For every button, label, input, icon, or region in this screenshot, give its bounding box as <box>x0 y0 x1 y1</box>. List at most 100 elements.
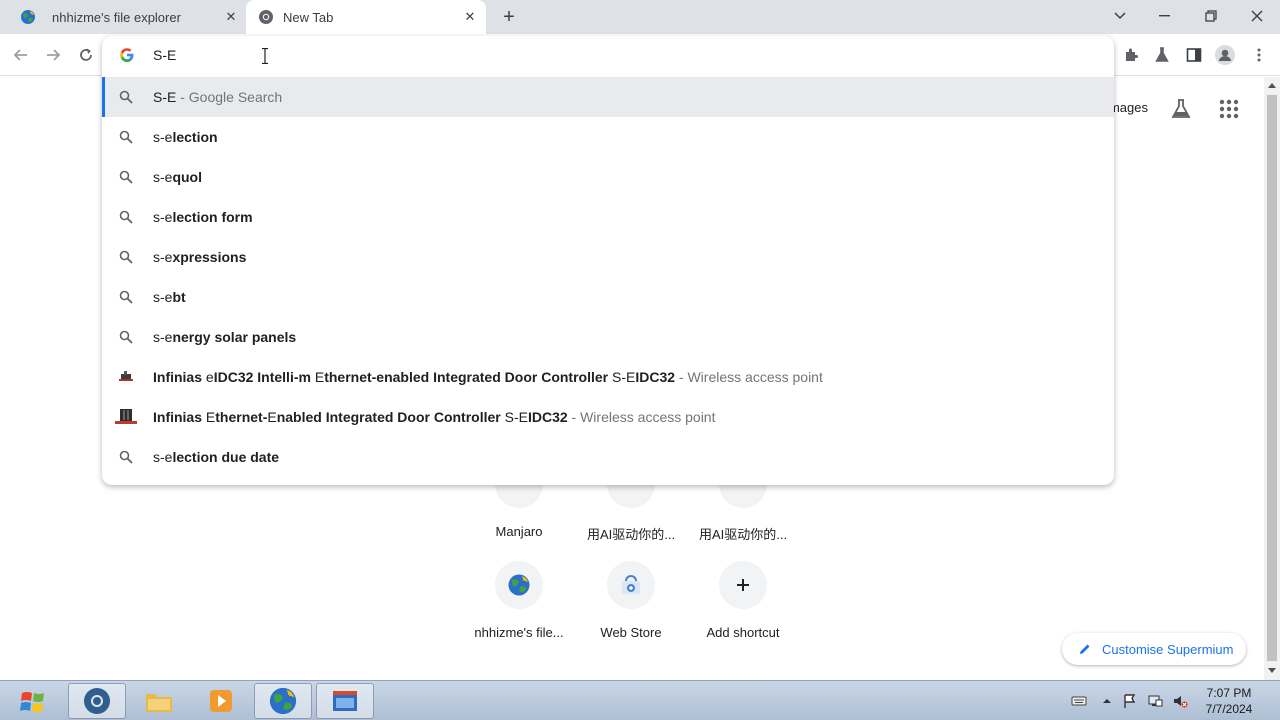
google-icon <box>120 48 134 62</box>
action-center-flag-icon[interactable] <box>1122 693 1138 709</box>
suggestion-subtext: - Wireless access point <box>675 369 823 385</box>
suggestion-prefix: s-e <box>153 289 173 305</box>
tab-new-tab[interactable]: New Tab ✕ <box>246 0 486 34</box>
suggestion-row[interactable]: s-election due date <box>102 437 1114 477</box>
suggestion-prefix: s-e <box>153 209 173 225</box>
scrollbar-thumb[interactable] <box>1267 95 1277 661</box>
tab-title: New Tab <box>283 10 334 25</box>
tab-file-explorer[interactable]: nhhizme's file explorer ✕ <box>8 0 246 34</box>
globe-icon <box>21 10 35 24</box>
omnibox-input[interactable] <box>153 47 1053 63</box>
suggestion-prefix: s-e <box>153 449 173 465</box>
show-hidden-icons-icon[interactable] <box>1099 693 1115 709</box>
media-player-icon <box>210 690 232 712</box>
new-tab-button[interactable]: + <box>498 6 520 28</box>
customise-label: Customise Supermium <box>1102 641 1234 657</box>
search-icon <box>119 130 133 144</box>
labs-icon[interactable] <box>1152 45 1172 65</box>
windows-taskbar: 7:07 PM 7/7/2024 <box>0 680 1280 720</box>
suggestion-row[interactable]: s-expressions <box>102 237 1114 277</box>
shortcut-label: Add shortcut <box>706 625 780 640</box>
tab-title: nhhizme's file explorer <box>52 10 181 25</box>
shortcut-tile[interactable]: Web Store <box>575 561 687 640</box>
google-apps-icon[interactable] <box>1218 98 1240 120</box>
suggestion-row[interactable]: s-election <box>102 117 1114 157</box>
taskbar-browser-app[interactable] <box>68 683 126 719</box>
search-icon <box>119 250 133 264</box>
product-thumbnail <box>119 371 133 381</box>
suggestion-part: IDC32 Intelli-m <box>213 369 315 385</box>
tab-strip: nhhizme's file explorer ✕ New Tab ✕ + <box>0 0 1280 34</box>
web-store-icon <box>622 575 640 594</box>
add-shortcut-button[interactable]: Add shortcut <box>687 561 799 640</box>
suggestion-row[interactable]: s-election form <box>102 197 1114 237</box>
customise-button[interactable]: Customise Supermium <box>1062 633 1246 665</box>
globe-icon <box>269 687 297 715</box>
scroll-down-icon[interactable] <box>1268 668 1276 673</box>
volume-muted-icon[interactable] <box>1172 693 1188 709</box>
back-button[interactable] <box>10 44 32 66</box>
product-thumbnail <box>115 409 137 424</box>
suggestion-completion: lection <box>172 129 218 145</box>
chromium-icon <box>259 10 273 24</box>
app-window-icon <box>333 691 357 711</box>
images-link[interactable]: Images <box>1110 100 1148 115</box>
start-button[interactable] <box>14 685 54 719</box>
shortcut-tile[interactable]: nhhizme's file... <box>463 561 575 640</box>
suggestion-completion: quol <box>172 169 202 185</box>
suggestion-row[interactable]: Infinias Ethernet-Enabled Integrated Doo… <box>102 397 1114 437</box>
suggestion-part: S-E <box>612 369 636 385</box>
suggestion-prefix: s-e <box>153 129 173 145</box>
suggestion-part: Infinias <box>153 369 206 385</box>
suggestion-subtext: - Google Search <box>176 89 283 105</box>
omnibox-dropdown: S-E - Google Search s-election s-equol s… <box>102 36 1114 485</box>
close-icon[interactable]: ✕ <box>222 8 240 26</box>
omnibox-input-row[interactable] <box>102 36 1114 76</box>
page-scrollbar[interactable] <box>1264 77 1280 680</box>
side-panel-icon[interactable] <box>1184 45 1204 65</box>
search-icon <box>119 90 133 104</box>
search-labs-icon[interactable] <box>1170 98 1192 120</box>
suggestion-text: S-E <box>153 89 177 105</box>
keyboard-icon[interactable] <box>1071 693 1087 709</box>
taskbar-media-app[interactable] <box>192 683 250 719</box>
system-clock[interactable]: 7:07 PM 7/7/2024 <box>1198 685 1260 717</box>
profile-avatar-icon[interactable] <box>1215 45 1235 65</box>
suggestion-row[interactable]: S-E - Google Search <box>102 77 1114 117</box>
taskbar-app-window[interactable] <box>316 683 374 719</box>
scroll-up-icon[interactable] <box>1268 83 1276 88</box>
menu-icon[interactable] <box>1249 45 1269 65</box>
suggestion-row[interactable]: s-energy solar panels <box>102 317 1114 357</box>
shortcut-label: 用AI驱动你的... <box>698 527 788 542</box>
suggestion-subtext: - Wireless access point <box>567 409 716 425</box>
suggestion-completion: bt <box>172 289 186 305</box>
suggestion-part: Infinias <box>153 409 206 425</box>
forward-button[interactable] <box>42 44 64 66</box>
close-icon[interactable]: ✕ <box>461 8 479 26</box>
minimize-button[interactable] <box>1151 4 1179 28</box>
taskbar-globe-app[interactable] <box>254 683 312 719</box>
suggestion-part: E <box>205 409 216 425</box>
shortcut-label: Web Store <box>600 625 662 640</box>
close-window-button[interactable] <box>1243 4 1271 28</box>
suggestion-part: E <box>314 369 325 385</box>
network-icon[interactable] <box>1147 693 1163 709</box>
suggestion-completion: xpressions <box>172 249 247 265</box>
extensions-icon[interactable] <box>1121 45 1141 65</box>
suggestion-row[interactable]: s-equol <box>102 157 1114 197</box>
reload-button[interactable] <box>75 44 97 66</box>
suggestion-part: e <box>205 369 214 385</box>
suggestion-prefix: s-e <box>153 169 173 185</box>
suggestion-row[interactable]: s-ebt <box>102 277 1114 317</box>
suggestion-part: E <box>267 409 277 425</box>
shortcut-label: nhhizme's file... <box>474 625 564 640</box>
plus-icon <box>737 579 749 591</box>
taskbar-explorer-app[interactable] <box>130 683 188 719</box>
restore-button[interactable] <box>1197 4 1225 28</box>
tab-search-icon[interactable] <box>1106 4 1134 28</box>
chromium-icon <box>84 688 110 714</box>
search-icon <box>119 210 133 224</box>
search-icon <box>119 290 133 304</box>
suggestion-row[interactable]: Infinias eIDC32 Intelli-m Ethernet-enabl… <box>102 357 1114 397</box>
clock-date: 7/7/2024 <box>1205 702 1253 716</box>
